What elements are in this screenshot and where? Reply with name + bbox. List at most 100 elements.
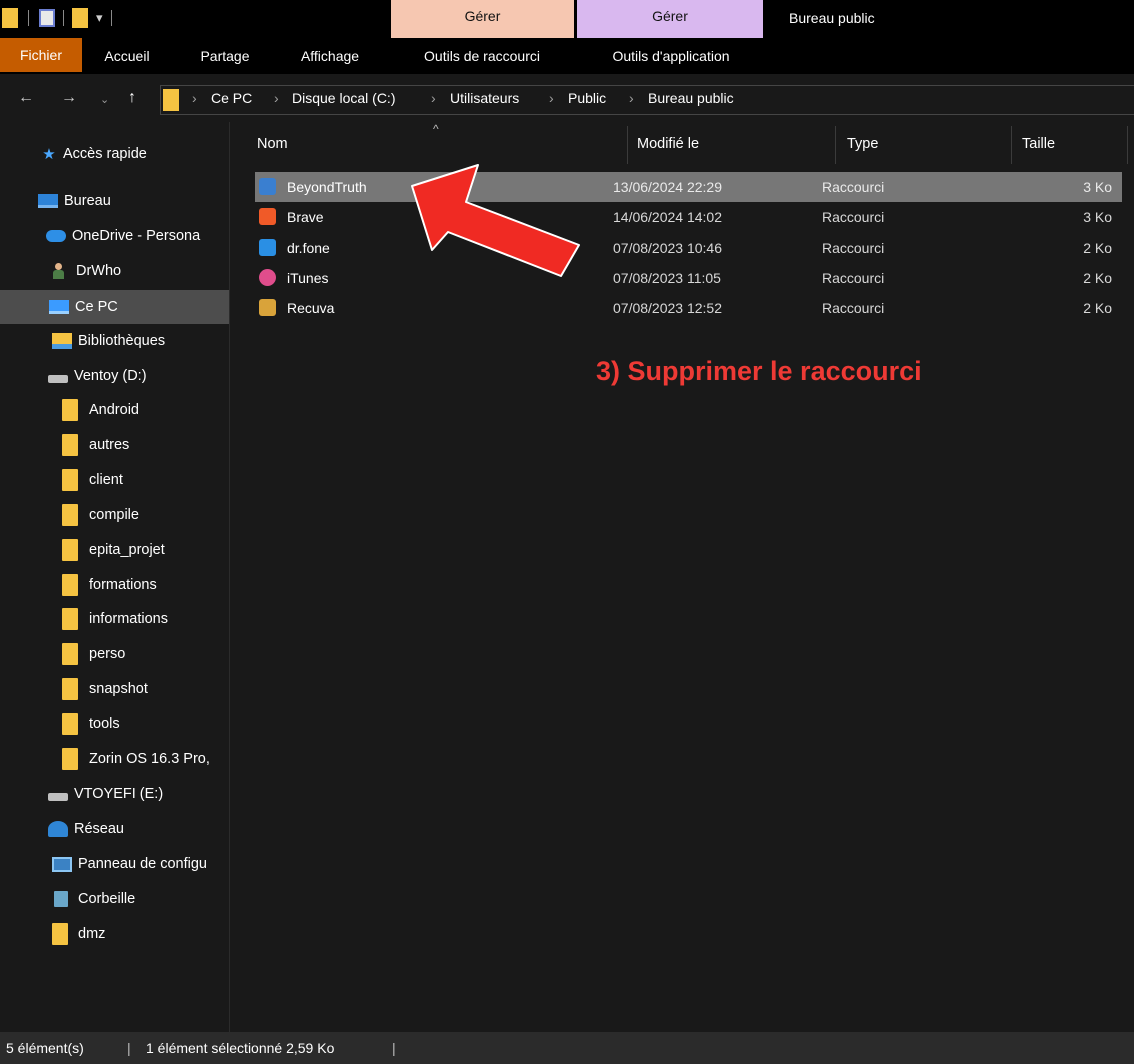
file-row-beyondtruth[interactable]: BeyondTruth 13/06/2024 22:29 Raccourci 3… [255,172,1122,202]
sidebar-item-dmz[interactable]: dmz [0,917,229,951]
context-tab-manage-shortcut[interactable]: Gérer [391,0,574,38]
breadcrumb-separator: › [192,90,197,106]
sidebar-item-android[interactable]: Android [0,393,229,427]
sidebar-item-label: Panneau de configu [78,856,207,872]
folder-icon [62,748,78,770]
file-row-recuva[interactable]: Recuva 07/08/2023 12:52 Raccourci 2 Ko [255,293,1122,323]
sidebar-item-formations[interactable]: formations [0,568,229,602]
column-divider[interactable] [627,126,628,164]
context-tab-manage-application[interactable]: Gérer [577,0,763,38]
sidebar-item-label: Ce PC [75,299,118,315]
sidebar-item-perso[interactable]: perso [0,637,229,671]
folder-icon [62,399,78,421]
sidebar-item-label: tools [89,716,120,732]
file-type: Raccourci [822,300,885,316]
breadcrumb-local-disk[interactable]: Disque local (C:) [292,90,395,106]
tab-home[interactable]: Accueil [92,38,162,74]
file-size: 2 Ko [1083,240,1112,256]
sidebar-item-zorin-os[interactable]: Zorin OS 16.3 Pro, [0,742,229,776]
sidebar-item-label: autres [89,437,130,453]
itunes-icon [259,269,276,286]
sidebar-item-compile[interactable]: compile [0,498,229,532]
sidebar-item-recycle-bin[interactable]: Corbeille [0,882,229,916]
sidebar-item-label: Ventoy (D:) [74,368,147,384]
file-modified: 07/08/2023 11:05 [613,270,721,286]
properties-icon[interactable] [39,9,55,27]
folder-icon [62,469,78,491]
toolbar-separator [63,10,64,26]
sidebar-item-autres[interactable]: autres [0,428,229,462]
navigation-pane: ★ Accès rapide Bureau OneDrive - Persona… [0,122,230,1032]
tab-application-tools[interactable]: Outils d'application [586,38,756,74]
column-header-modified[interactable]: Modifié le [637,136,699,152]
file-name: BeyondTruth [287,179,367,195]
sidebar-item-network[interactable]: Réseau [0,812,229,846]
drive-icon [48,793,68,801]
toolbar-separator [28,10,29,26]
desktop-icon [38,194,58,208]
recycle-bin-icon [54,891,68,907]
column-header-size[interactable]: Taille [1022,136,1055,152]
file-modified: 07/08/2023 10:46 [613,240,722,256]
sidebar-item-quick-access[interactable]: ★ Accès rapide [0,137,229,171]
file-type: Raccourci [822,270,885,286]
shortcut-app-icon [259,178,276,195]
tab-shortcut-tools[interactable]: Outils de raccourci [400,38,564,74]
file-size: 2 Ko [1083,300,1112,316]
sidebar-item-tools[interactable]: tools [0,707,229,741]
column-header-type[interactable]: Type [847,136,878,152]
column-header-name[interactable]: Nom [257,136,288,152]
sidebar-item-drwho[interactable]: DrWho [0,254,229,288]
sidebar-item-desktop[interactable]: Bureau [0,184,229,218]
file-row-itunes[interactable]: iTunes 07/08/2023 11:05 Raccourci 2 Ko [255,263,1122,293]
breadcrumb-users[interactable]: Utilisateurs [450,90,519,106]
sidebar-item-control-panel[interactable]: Panneau de configu [0,847,229,881]
sidebar-item-label: epita_projet [89,542,165,558]
file-type: Raccourci [822,240,885,256]
file-size: 3 Ko [1083,209,1112,225]
recuva-icon [259,299,276,316]
tab-share[interactable]: Partage [190,38,260,74]
status-separator: | [127,1040,131,1056]
column-divider[interactable] [835,126,836,164]
sidebar-item-label: compile [89,507,139,523]
breadcrumb-this-pc[interactable]: Ce PC [211,90,252,106]
up-arrow-icon[interactable]: ↑ [128,89,136,107]
back-arrow-icon[interactable]: ← [18,89,34,107]
sidebar-item-label: formations [89,577,157,593]
breadcrumb-public-desktop[interactable]: Bureau public [648,90,734,106]
folder-icon [62,504,78,526]
sidebar-item-label: informations [89,611,168,627]
new-folder-icon[interactable] [72,8,88,28]
forward-arrow-icon[interactable]: → [61,89,77,107]
folder-icon[interactable] [2,8,18,28]
recent-locations-chevron-icon[interactable]: ⌄ [100,93,109,106]
customize-toolbar-icon[interactable]: ▾ [96,10,103,26]
breadcrumb-public[interactable]: Public [568,90,606,106]
user-icon [52,263,64,279]
sidebar-item-label: Réseau [74,821,124,837]
file-row-drfone[interactable]: dr.fone 07/08/2023 10:46 Raccourci 2 Ko [255,233,1122,263]
sidebar-item-client[interactable]: client [0,463,229,497]
sidebar-item-onedrive[interactable]: OneDrive - Persona [0,219,229,253]
sidebar-item-this-pc[interactable]: Ce PC [0,290,229,324]
column-divider[interactable] [1127,126,1128,164]
computer-icon [49,300,69,314]
sidebar-item-vtoyefi[interactable]: VTOYEFI (E:) [0,777,229,811]
file-list-pane: ^ Nom Modifié le Type Taille BeyondTruth… [231,122,1134,1032]
item-count: 5 élément(s) [6,1040,84,1056]
sidebar-item-ventoy[interactable]: Ventoy (D:) [0,359,229,393]
sidebar-item-label: Bureau [64,193,111,209]
folder-icon [163,89,179,111]
sidebar-item-epita-projet[interactable]: epita_projet [0,533,229,567]
file-row-brave[interactable]: Brave 14/06/2024 14:02 Raccourci 3 Ko [255,202,1122,232]
column-divider[interactable] [1011,126,1012,164]
control-panel-icon [52,856,72,872]
file-size: 3 Ko [1083,179,1112,195]
tab-view[interactable]: Affichage [288,38,372,74]
cloud-icon [46,230,66,242]
tab-file[interactable]: Fichier [0,38,82,72]
sidebar-item-snapshot[interactable]: snapshot [0,672,229,706]
sidebar-item-informations[interactable]: informations [0,602,229,636]
sidebar-item-libraries[interactable]: Bibliothèques [0,324,229,358]
